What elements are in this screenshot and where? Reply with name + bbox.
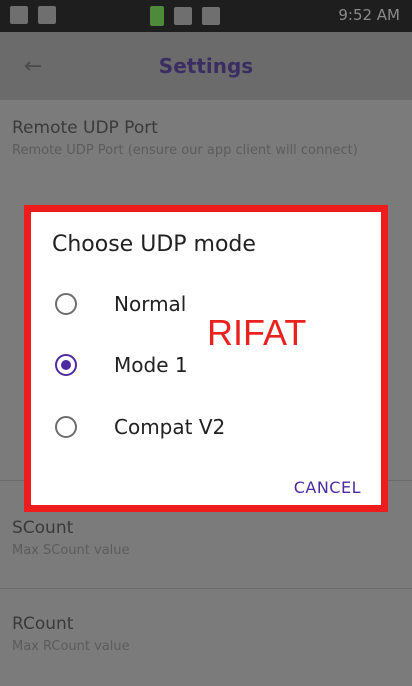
settings-item-summary: Max RCount value xyxy=(12,639,130,654)
option-label: Compat V2 xyxy=(114,415,226,439)
settings-item-title: SCount xyxy=(12,518,74,538)
battery-icon xyxy=(150,6,164,26)
settings-item-title: RCount xyxy=(12,614,74,634)
app-bar: ← Settings xyxy=(0,32,412,100)
option-normal[interactable]: Normal xyxy=(31,276,381,332)
signal-icon xyxy=(174,7,192,25)
option-compat-v2[interactable]: Compat V2 xyxy=(31,399,381,455)
settings-item-scount[interactable]: SCount Max SCount value xyxy=(12,518,130,560)
radio-checked-icon[interactable] xyxy=(55,354,77,376)
radio-unchecked-icon[interactable] xyxy=(55,293,77,315)
divider xyxy=(0,588,412,589)
image-icon xyxy=(38,6,56,24)
settings-item-rcount[interactable]: RCount Max RCount value xyxy=(12,614,130,656)
settings-item-summary: Max SCount value xyxy=(12,543,130,558)
dialog-title: Choose UDP mode xyxy=(52,232,256,257)
status-bar: 9:52 AM xyxy=(0,0,412,32)
notification-icons xyxy=(10,6,56,24)
udp-mode-dialog: Choose UDP mode Normal Mode 1 Compat V2 … xyxy=(24,205,388,512)
settings-item-remote-udp-port[interactable]: Remote UDP Port Remote UDP Port (ensure … xyxy=(12,118,358,160)
status-time: 9:52 AM xyxy=(338,6,400,24)
system-icons xyxy=(150,6,220,26)
option-label: Normal xyxy=(114,292,187,316)
settings-item-summary: Remote UDP Port (ensure our app client w… xyxy=(12,143,358,158)
option-label: Mode 1 xyxy=(114,353,188,377)
cancel-button[interactable]: CANCEL xyxy=(294,478,361,497)
wifi-icon xyxy=(202,7,220,25)
page-title: Settings xyxy=(158,54,254,78)
settings-item-title: Remote UDP Port xyxy=(12,118,158,138)
radio-unchecked-icon[interactable] xyxy=(55,416,77,438)
usb-icon xyxy=(10,6,28,24)
watermark-text: RIFAT xyxy=(207,312,307,353)
option-mode-1[interactable]: Mode 1 xyxy=(31,337,381,393)
